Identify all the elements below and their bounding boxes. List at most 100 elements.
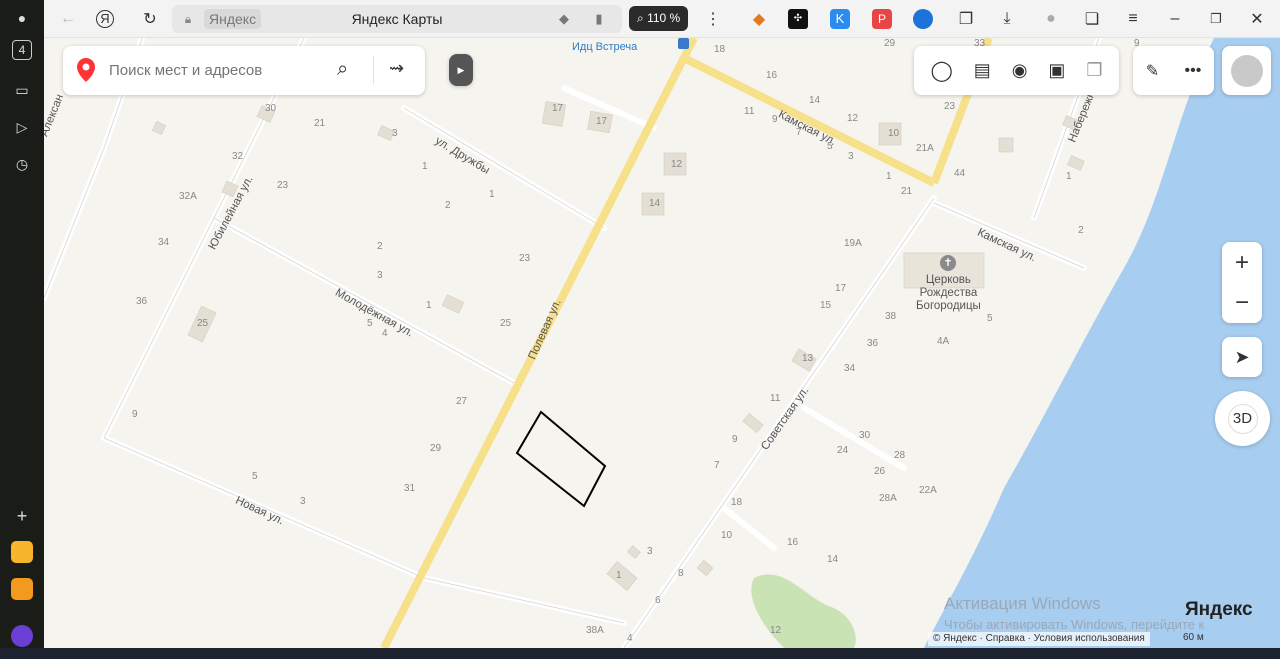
- house-number: 30: [859, 430, 871, 441]
- house-number: 14: [827, 554, 839, 565]
- restore-icon[interactable]: ❐: [1204, 7, 1228, 31]
- map-canvas[interactable]: Идц Встреча Полевая ул. Камская ул. Камс…: [44, 38, 1280, 648]
- house-number: 11: [770, 393, 781, 404]
- church-label[interactable]: Церковь Рождества Богородицы: [916, 274, 981, 313]
- house-number: 17: [596, 116, 608, 127]
- more-vertical-icon[interactable]: ⋮: [701, 7, 725, 31]
- house-number: 25: [500, 318, 512, 329]
- alice-icon[interactable]: [11, 625, 33, 647]
- k-extension-icon[interactable]: K: [830, 8, 850, 29]
- round-extension-icon[interactable]: [913, 8, 933, 29]
- metamask-icon[interactable]: ◆: [747, 7, 771, 31]
- search-input[interactable]: [107, 56, 327, 84]
- house-number: 7: [796, 127, 802, 138]
- house-number: 10: [721, 530, 733, 541]
- user-avatar-button[interactable]: [1222, 46, 1271, 95]
- house-number: 1: [422, 161, 428, 172]
- more-icon[interactable]: •••: [1184, 62, 1201, 80]
- download-icon[interactable]: ⤓: [995, 7, 1019, 31]
- house-number: 23: [944, 101, 956, 112]
- house-number: 32: [232, 151, 244, 162]
- house-number: 32А: [179, 191, 197, 202]
- map-footer: © Яндекс · Справка · Условия использован…: [928, 632, 1150, 646]
- house-number: 16: [787, 537, 799, 548]
- house-number: 34: [158, 237, 170, 248]
- bookmarks-panel-icon[interactable]: ❏: [1080, 7, 1104, 31]
- screenshot-icon[interactable]: ▭: [10, 78, 34, 102]
- zoom-in-button[interactable]: +: [1235, 243, 1249, 283]
- route-icon[interactable]: ⇝: [389, 58, 413, 82]
- house-number: 2: [445, 200, 451, 211]
- tools-toolbar: ✎ •••: [1133, 46, 1214, 95]
- house-number: 17: [552, 103, 564, 114]
- zoom-out-button[interactable]: −: [1235, 283, 1249, 323]
- browser-sidebar: ● 4 ▭ ▷ ◷ +: [0, 0, 44, 659]
- location-icon[interactable]: ◆: [552, 7, 576, 31]
- taskbar: [0, 648, 1280, 659]
- collections-icon[interactable]: ❐: [954, 7, 978, 31]
- address-bar[interactable]: 🔒︎ Яндекс Яндекс Карты ◆ ▮: [172, 5, 622, 33]
- add-icon[interactable]: +: [10, 504, 34, 528]
- layers-toolbar: ◯ ▤ ◉ ▣ ❐: [914, 46, 1119, 95]
- bus-stop-icon[interactable]: [678, 38, 689, 49]
- bookmark-icon[interactable]: ▮: [587, 7, 611, 31]
- house-number: 3: [647, 546, 653, 557]
- compass-3d-button[interactable]: 3D: [1215, 391, 1270, 446]
- panorama-icon[interactable]: ◉: [1012, 60, 1028, 81]
- yandex-logo[interactable]: Яндекс: [1185, 599, 1253, 621]
- divider: [373, 56, 374, 84]
- mail-app-icon[interactable]: [11, 578, 33, 600]
- search-panel[interactable]: ⌕ ⇝: [63, 46, 425, 95]
- zoom-controls: + −: [1222, 242, 1262, 323]
- yandex-home-icon[interactable]: Я: [96, 9, 114, 28]
- menu-icon[interactable]: ≡: [1121, 7, 1145, 31]
- church-label-line: Рождества: [919, 287, 978, 299]
- poi-label[interactable]: Идц Встреча: [572, 41, 637, 53]
- extension-icon[interactable]: ✣: [788, 8, 808, 29]
- transport-icon[interactable]: ▣: [1048, 60, 1065, 81]
- account-icon[interactable]: ●: [1039, 7, 1063, 31]
- collapse-panel-button[interactable]: ▶: [449, 54, 473, 86]
- profile-icon[interactable]: ●: [10, 6, 34, 30]
- house-number: 29: [430, 443, 442, 454]
- app-icon-orange[interactable]: [11, 541, 33, 563]
- house-number: 14: [809, 95, 821, 106]
- browser-toolbar: ← Я ↻ 🔒︎ Яндекс Яндекс Карты ◆ ▮ ⌕ 110 %…: [44, 0, 1280, 38]
- geolocation-button[interactable]: ➤: [1222, 337, 1262, 377]
- house-number: 27: [456, 396, 468, 407]
- house-number: 12: [847, 113, 859, 124]
- terms-link[interactable]: Условия использования: [1034, 633, 1145, 644]
- house-number: 1: [886, 171, 892, 182]
- house-number: 5: [252, 471, 258, 482]
- p-extension-icon[interactable]: P: [872, 8, 892, 29]
- house-number: 14: [649, 198, 661, 209]
- church-icon[interactable]: ✝: [940, 255, 956, 271]
- ruler-icon[interactable]: ✎: [1146, 61, 1159, 81]
- search-icon[interactable]: ⌕: [337, 58, 361, 82]
- house-number: 9: [132, 409, 138, 420]
- layers-icon[interactable]: ❐: [1086, 60, 1102, 81]
- zoom-value: 110 %: [647, 11, 681, 25]
- house-number: 3: [392, 128, 398, 139]
- navigation-arrow-icon: ➤: [1234, 346, 1250, 367]
- tabs-count-badge[interactable]: 4: [12, 40, 32, 60]
- brand-text: Яндекс: [1185, 599, 1253, 620]
- help-link[interactable]: Справка: [986, 633, 1025, 644]
- video-icon[interactable]: ▷: [10, 115, 34, 139]
- zoom-level[interactable]: ⌕ 110 %: [629, 6, 689, 31]
- minimize-icon[interactable]: –: [1163, 7, 1187, 31]
- close-icon[interactable]: ✕: [1245, 7, 1269, 31]
- scale-bar: 60 м: [1183, 632, 1204, 643]
- house-number: 23: [277, 180, 289, 191]
- house-number: 3: [377, 270, 383, 281]
- avatar: [1230, 54, 1263, 87]
- map-layers-icon[interactable]: ▤: [974, 60, 991, 81]
- traffic-icon[interactable]: ◯: [930, 58, 952, 83]
- reload-icon[interactable]: ↻: [138, 7, 162, 31]
- house-number: 1: [616, 570, 622, 581]
- house-number: 2: [377, 241, 383, 252]
- house-number: 36: [136, 296, 148, 307]
- house-number: 6: [655, 595, 661, 606]
- history-icon[interactable]: ◷: [10, 152, 34, 176]
- back-arrow-icon[interactable]: ←: [56, 7, 80, 31]
